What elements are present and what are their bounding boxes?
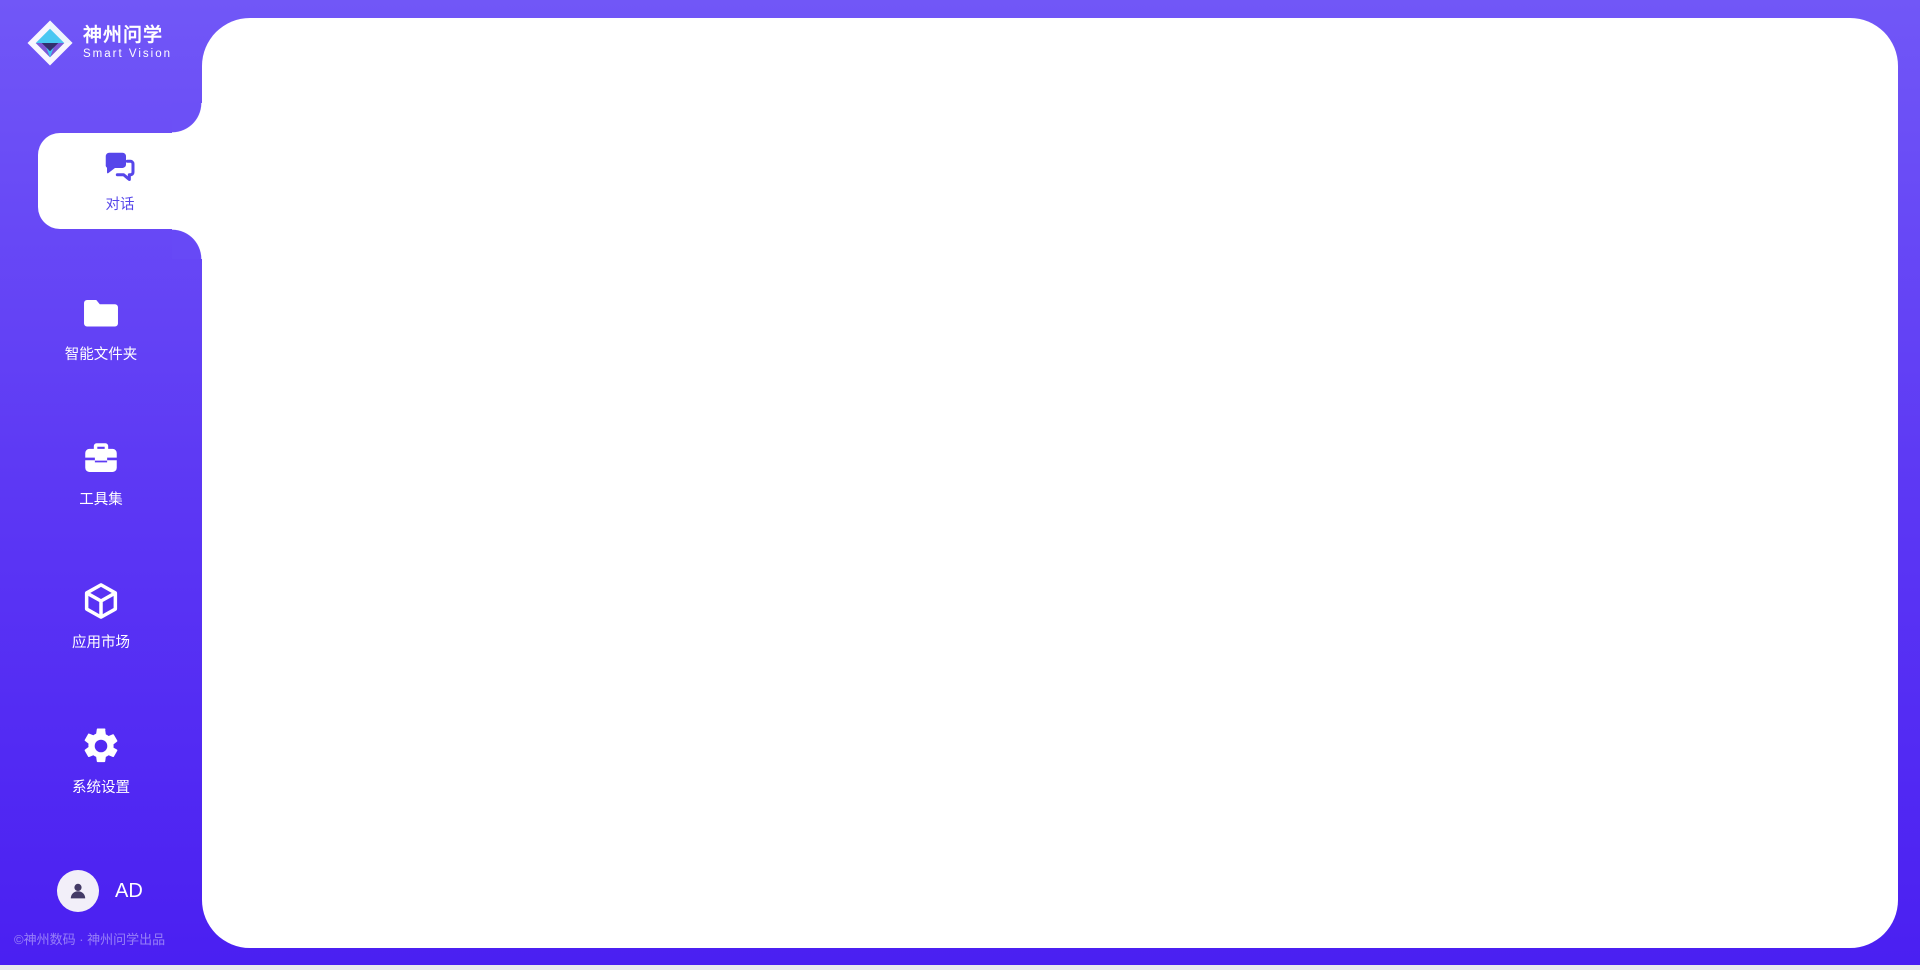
avatar	[57, 870, 99, 912]
active-tab-scoop-top	[172, 103, 202, 133]
person-icon	[66, 879, 90, 903]
sidebar-item-label: 应用市场	[72, 631, 130, 652]
brand-name: 神州问学	[83, 25, 172, 47]
user-name: AD	[115, 880, 143, 903]
app-window: 神州问学 Smart Vision 对话 智能文件夹 工具集	[0, 0, 1920, 970]
sidebar-item-label: 系统设置	[72, 776, 130, 797]
sidebar-item-label: 智能文件夹	[65, 343, 138, 364]
cube-icon	[80, 580, 122, 622]
screen-bottom-edge	[0, 965, 1920, 970]
chat-bubbles-icon	[101, 148, 139, 186]
copyright-footer: ©神州数码 · 神州问学出品	[14, 929, 165, 948]
brand-subtitle: Smart Vision	[83, 47, 172, 61]
gear-icon	[80, 725, 122, 767]
sidebar-item-label: 对话	[106, 193, 135, 214]
folder-icon	[80, 292, 122, 334]
sidebar-item-toolset[interactable]: 工具集	[0, 437, 202, 509]
sidebar-item-smart-folder[interactable]: 智能文件夹	[0, 292, 202, 364]
sidebar-item-chat[interactable]: 对话	[38, 133, 202, 229]
sidebar-item-label: 工具集	[79, 488, 123, 509]
sidebar: 神州问学 Smart Vision 对话 智能文件夹 工具集	[0, 0, 202, 970]
active-tab-scoop-bottom	[172, 229, 202, 259]
user-profile[interactable]: AD	[57, 870, 143, 912]
brand-text: 神州问学 Smart Vision	[83, 25, 172, 61]
main-content-panel	[202, 18, 1898, 948]
brand: 神州问学 Smart Vision	[26, 19, 172, 67]
toolbox-icon	[80, 437, 122, 479]
brand-diamond-logo	[26, 19, 74, 67]
sidebar-item-app-market[interactable]: 应用市场	[0, 580, 202, 652]
sidebar-item-settings[interactable]: 系统设置	[0, 725, 202, 797]
